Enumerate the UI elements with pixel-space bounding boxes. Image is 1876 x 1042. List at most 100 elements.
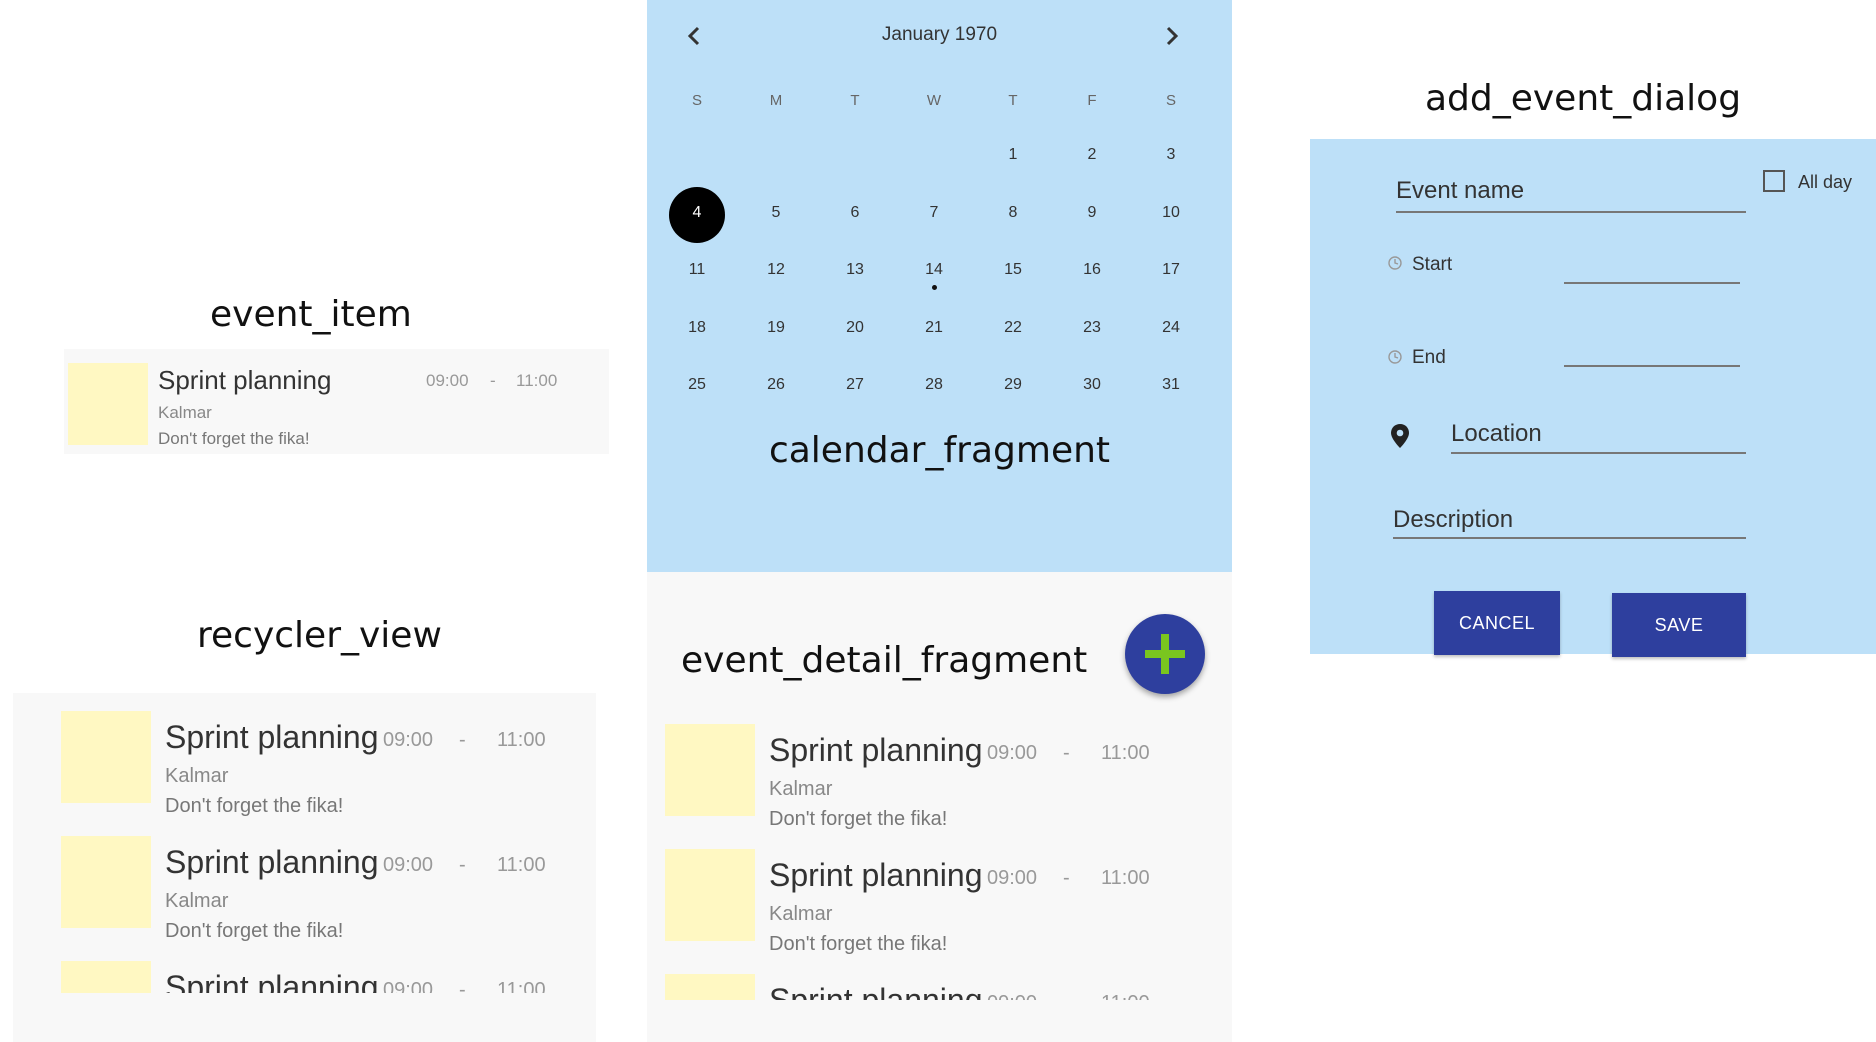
save-button[interactable]: SAVE [1612,593,1746,657]
calendar-day[interactable]: 7 [914,204,954,222]
calendar-day[interactable]: 29 [993,376,1033,394]
event-thumbnail [665,974,755,1000]
event-end-time: 11:00 [1101,867,1150,889]
calendar-day[interactable]: 23 [1072,319,1112,337]
event-start-time: 09:00 [426,371,469,390]
calendar-day[interactable]: 28 [914,376,954,394]
event-location: Kalmar [158,403,212,422]
event-detail-list[interactable]: Sprint planning Kalmar Don't forget the … [647,720,1232,1000]
end-time-field[interactable] [1564,365,1740,367]
calendar-day[interactable]: 9 [1072,204,1112,222]
event-end-time: 11:00 [497,854,546,876]
calendar-day[interactable]: 5 [756,204,796,222]
calendar-day[interactable]: 24 [1151,319,1191,337]
event-title: Sprint planning [769,857,983,893]
add-event-fab[interactable] [1125,614,1205,694]
event-end-time: 11:00 [497,979,546,993]
event-description: Don't forget the fika! [769,933,948,955]
detail-event-item[interactable]: Sprint planning Kalmar Don't forget the … [665,849,1205,955]
recycler-list: Sprint planning Kalmar Don't forget the … [13,693,596,993]
calendar-day[interactable]: 10 [1151,204,1191,222]
caption-event-detail-fragment: event_detail_fragment [681,640,1088,681]
calendar-day[interactable]: 19 [756,319,796,337]
event-thumbnail [68,363,148,445]
calendar-day[interactable]: 16 [1072,261,1112,279]
event-end-time: 11:00 [516,371,558,390]
detail-event-item[interactable]: Sprint planning 09:00 - 11:00 [665,974,1205,1000]
event-name-field[interactable]: Event name [1396,177,1524,205]
calendar-day[interactable]: 14 [914,261,954,279]
event-item[interactable]: Sprint planning Kalmar Don't forget the … [68,363,608,463]
calendar-month-label: January 1970 [881,24,998,45]
calendar-day[interactable]: 4 [677,204,717,222]
weekday-label: T [1008,92,1018,109]
calendar-day[interactable]: 11 [677,261,717,279]
calendar-day[interactable]: 8 [993,204,1033,222]
event-end-time: 11:00 [1101,742,1150,764]
calendar-day[interactable]: 26 [756,376,796,394]
caption-add-event-dialog: add_event_dialog [1424,78,1742,119]
weekday-label: S [1165,92,1176,109]
calendar-day[interactable]: 6 [835,204,875,222]
end-label: End [1412,347,1446,368]
event-time-dash: - [459,979,466,993]
event-start-time: 09:00 [383,729,434,751]
location-pin-icon [1390,423,1410,449]
event-time-dash: - [1063,742,1070,764]
caption-recycler-view: recycler_view [197,615,442,656]
event-thumbnail [61,836,151,928]
event-title: Sprint planning [165,969,379,993]
cancel-button[interactable]: CANCEL [1434,591,1560,655]
calendar-day[interactable]: 2 [1072,146,1112,164]
event-location: Kalmar [165,890,229,912]
event-title: Sprint planning [769,982,983,1000]
calendar-day[interactable]: 25 [677,376,717,394]
weekday-label: T [850,92,860,109]
weekday-label: F [1087,92,1097,109]
calendar-day[interactable]: 18 [677,319,717,337]
event-title: Sprint planning [769,732,983,768]
start-label: Start [1412,254,1453,275]
calendar-day[interactable]: 13 [835,261,875,279]
calendar-day[interactable]: 12 [756,261,796,279]
chevron-right-icon[interactable] [1157,18,1187,54]
event-thumbnail [665,849,755,941]
calendar-day[interactable]: 21 [914,319,954,337]
event-description: Don't forget the fika! [769,808,948,830]
calendar-day[interactable]: 3 [1151,146,1191,164]
event-title: Sprint planning [158,365,332,395]
event-indicator-dot [932,285,937,290]
event-thumbnail [665,724,755,816]
event-name-underline [1396,211,1746,213]
add-event-dialog: Event name All day Start End Location De… [1310,139,1876,657]
calendar-day[interactable]: 22 [993,319,1033,337]
start-time-field[interactable] [1564,282,1740,284]
recycler-view[interactable]: Sprint planning Kalmar Don't forget the … [13,693,596,1042]
calendar-day[interactable]: 17 [1151,261,1191,279]
detail-event-item[interactable]: Sprint planning Kalmar Don't forget the … [665,724,1205,830]
event-location: Kalmar [769,778,833,800]
event-time-dash: - [459,854,466,876]
event-start-time: 09:00 [383,854,434,876]
calendar-day[interactable]: 15 [993,261,1033,279]
recycler-event-item[interactable]: Sprint planning 09:00 - 11:00 [61,961,581,993]
calendar-day[interactable]: 20 [835,319,875,337]
description-field[interactable]: Description [1393,506,1513,534]
plus-icon [1145,634,1185,674]
calendar-day[interactable]: 31 [1151,376,1191,394]
event-description: Don't forget the fika! [158,429,310,448]
recycler-event-item[interactable]: Sprint planning Kalmar Don't forget the … [61,836,581,942]
event-start-time: 09:00 [383,979,434,993]
all-day-label: All day [1798,172,1853,192]
calendar-day[interactable]: 27 [835,376,875,394]
location-field[interactable]: Location [1451,420,1542,448]
calendar-fragment: January 1970 SMTWTFS 1 2 3 4 5 6 7 8 9 10 11 12 13 14… [647,0,1232,572]
recycler-event-item[interactable]: Sprint planning Kalmar Don't forget the … [61,711,581,817]
all-day-checkbox[interactable] [1763,170,1785,192]
event-thumbnail [61,711,151,803]
clock-icon [1387,255,1403,271]
calendar-day[interactable]: 30 [1072,376,1112,394]
calendar-day[interactable]: 1 [993,146,1033,164]
caption-event-item: event_item [210,294,412,335]
event-start-time: 09:00 [987,992,1037,1000]
